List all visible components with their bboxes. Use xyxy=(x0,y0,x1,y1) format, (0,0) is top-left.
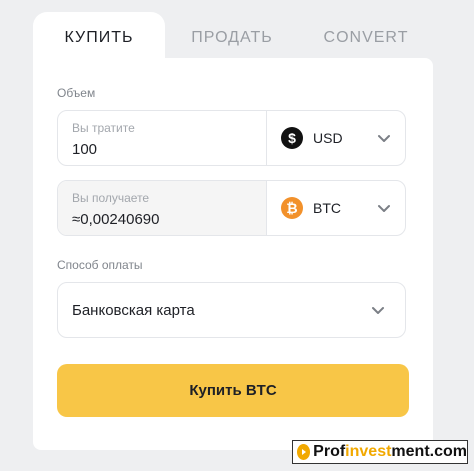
watermark-accent: invest xyxy=(345,443,392,460)
payment-method-value: Банковская карта xyxy=(72,301,195,319)
tab-convert[interactable]: CONVERT xyxy=(299,12,433,64)
receive-field: Вы получаете ≈0,00240690 ₿ BTC xyxy=(57,180,406,236)
watermark-logo-icon xyxy=(297,444,311,460)
payment-method-label: Способ оплаты xyxy=(57,258,143,272)
receive-amount-value: ≈0,00240690 xyxy=(72,211,160,228)
tab-sell[interactable]: ПРОДАТЬ xyxy=(165,12,299,64)
spend-amount[interactable]: Вы тратите xyxy=(58,111,267,165)
receive-currency-code: BTC xyxy=(313,200,341,216)
buy-btc-button[interactable]: Купить BTC xyxy=(57,364,409,417)
buy-form-card: Объем Вы тратите $ USD Вы получаете ≈0,0… xyxy=(33,58,433,450)
payment-method-select[interactable]: Банковская карта xyxy=(57,282,406,338)
spend-currency-select[interactable]: $ USD xyxy=(267,111,405,165)
chevron-down-icon xyxy=(378,135,390,142)
receive-hint: Вы получаете xyxy=(72,191,150,205)
dollar-coin-icon: $ xyxy=(281,127,303,149)
site-watermark: Prof invest ment.com xyxy=(292,440,468,464)
spend-field: Вы тратите $ USD xyxy=(57,110,406,166)
spend-hint: Вы тратите xyxy=(72,121,135,135)
chevron-down-icon xyxy=(378,205,390,212)
spend-amount-input[interactable] xyxy=(72,141,252,158)
receive-amount: Вы получаете ≈0,00240690 xyxy=(58,181,267,235)
receive-currency-select[interactable]: ₿ BTC xyxy=(267,181,405,235)
volume-label: Объем xyxy=(57,86,96,100)
watermark-suffix: ment.com xyxy=(391,443,467,460)
bitcoin-coin-icon: ₿ xyxy=(281,197,303,219)
watermark-prefix: Prof xyxy=(313,443,346,460)
chevron-down-icon xyxy=(372,307,384,314)
spend-currency-code: USD xyxy=(313,130,343,146)
tab-buy[interactable]: КУПИТЬ xyxy=(33,12,165,64)
